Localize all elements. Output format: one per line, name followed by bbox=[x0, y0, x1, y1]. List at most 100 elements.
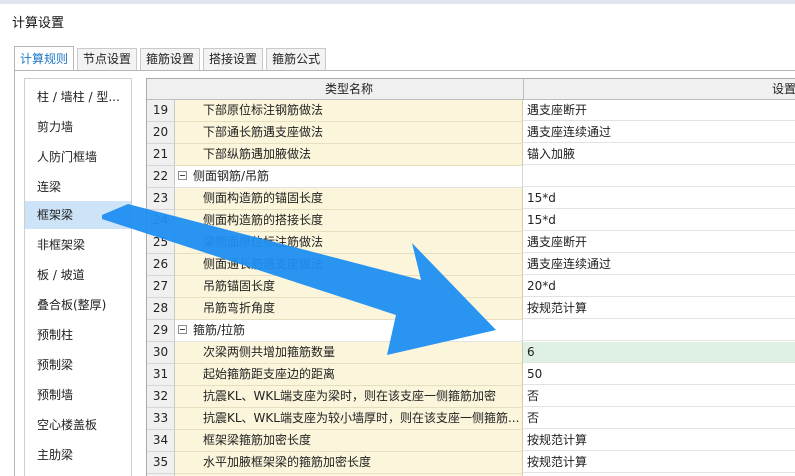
row-number: 20 bbox=[147, 122, 175, 144]
type-name-text: 抗震KL、WKL端支座为梁时，则在该支座一侧箍筋加密 bbox=[203, 389, 496, 403]
setting-value-cell[interactable]: 锚入加腋 bbox=[523, 144, 795, 165]
tab-calc-rules[interactable]: 计算规则 bbox=[14, 46, 75, 71]
table-row[interactable]: 24 侧面构造筋的搭接长度 15*d bbox=[147, 210, 795, 232]
sidebar-item-column[interactable]: 柱 / 墙柱 / 型... bbox=[25, 83, 131, 111]
type-name-text: 下部纵筋遇加腋做法 bbox=[203, 147, 312, 161]
type-name-cell: 抗震KL、WKL端支座为较小墙厚时，则在该支座一侧箍筋... bbox=[175, 408, 523, 430]
sidebar-item-precast-column[interactable]: 预制柱 bbox=[25, 321, 131, 349]
type-name-cell: 抗震KL、WKL端支座为梁时，则在该支座一侧箍筋加密 bbox=[175, 386, 523, 408]
type-name-text: 侧面构造筋的搭接长度 bbox=[203, 213, 324, 227]
type-name-cell: 下部原位标注钢筋做法 bbox=[175, 100, 523, 122]
group-name-cell: 侧面钢筋/吊筋 bbox=[175, 166, 523, 188]
type-name-text: 侧面通长筋遇支座做法 bbox=[203, 257, 324, 271]
setting-value-cell[interactable]: 否 bbox=[523, 386, 795, 407]
component-type-list[interactable]: 柱 / 墙柱 / 型... 剪力墙 人防门框墙 连梁 框架梁 非框架梁 板 / … bbox=[24, 78, 132, 476]
type-name-text: 箍筋/拉筋 bbox=[193, 323, 246, 337]
row-number: 21 bbox=[147, 144, 175, 166]
row-number: 22 bbox=[147, 166, 175, 188]
type-name-cell: 水平加腋框架梁的箍筋加密长度 bbox=[175, 452, 523, 474]
type-name-cell: 吊筋锚固长度 bbox=[175, 276, 523, 298]
sidebar-item-shear-wall[interactable]: 剪力墙 bbox=[25, 113, 131, 141]
row-number: 26 bbox=[147, 254, 175, 276]
table-row[interactable]: 27 吊筋锚固长度 20*d bbox=[147, 276, 795, 298]
column-header-type-name[interactable]: 类型名称 bbox=[175, 79, 524, 99]
table-row[interactable]: 25 梁侧面原位标注筋做法 遇支座断开 bbox=[147, 232, 795, 254]
setting-value-cell[interactable] bbox=[523, 320, 795, 341]
setting-value-cell[interactable] bbox=[523, 166, 795, 187]
type-name-text: 吊筋弯折角度 bbox=[203, 301, 276, 315]
sidebar-item-precast-beam[interactable]: 预制梁 bbox=[25, 351, 131, 379]
type-name-text: 吊筋锚固长度 bbox=[203, 279, 276, 293]
table-row[interactable]: 31 起始箍筋距支座边的距离 50 bbox=[147, 364, 795, 386]
group-row[interactable]: 22 侧面钢筋/吊筋 bbox=[147, 166, 795, 188]
type-name-cell: 吊筋弯折角度 bbox=[175, 298, 523, 320]
setting-value-cell[interactable]: 50 bbox=[523, 364, 795, 385]
table-row[interactable]: 23 侧面构造筋的锚固长度 15*d bbox=[147, 188, 795, 210]
setting-value-cell[interactable]: 按规范计算 bbox=[523, 452, 795, 473]
type-name-text: 框架梁箍筋加密长度 bbox=[203, 433, 312, 447]
setting-value-cell[interactable]: 遇支座连续通过 bbox=[523, 254, 795, 275]
setting-value-cell[interactable]: 6 bbox=[523, 342, 795, 363]
row-number: 25 bbox=[147, 232, 175, 254]
column-header-setting[interactable]: 设置 bbox=[523, 79, 795, 99]
table-row[interactable]: 28 吊筋弯折角度 按规范计算 bbox=[147, 298, 795, 320]
type-name-text: 下部通长筋遇支座做法 bbox=[203, 125, 324, 139]
sidebar-item-hollow-floor-slab[interactable]: 空心楼盖板 bbox=[25, 411, 131, 439]
row-number: 19 bbox=[147, 100, 175, 122]
type-name-text: 抗震KL、WKL端支座为较小墙厚时，则在该支座一侧箍筋... bbox=[203, 411, 520, 425]
tab-bar: 计算规则 节点设置 箍筋设置 搭接设置 箍筋公式 bbox=[14, 46, 329, 71]
type-name-cell: 下部通长筋遇支座做法 bbox=[175, 122, 523, 144]
setting-value-cell[interactable]: 遇支座断开 bbox=[523, 232, 795, 253]
sidebar-item-frame-beam[interactable]: 框架梁 bbox=[25, 201, 131, 229]
group-name-cell: 箍筋/拉筋 bbox=[175, 320, 523, 342]
type-name-text: 侧面构造筋的锚固长度 bbox=[203, 191, 324, 205]
row-number: 34 bbox=[147, 430, 175, 452]
table-row[interactable]: 21 下部纵筋遇加腋做法 锚入加腋 bbox=[147, 144, 795, 166]
collapse-toggle-icon[interactable] bbox=[178, 171, 187, 180]
row-number: 31 bbox=[147, 364, 175, 386]
row-number: 35 bbox=[147, 452, 175, 474]
setting-value-cell[interactable]: 15*d bbox=[523, 210, 795, 231]
table-row[interactable]: 34 框架梁箍筋加密长度 按规范计算 bbox=[147, 430, 795, 452]
setting-value-cell[interactable]: 遇支座连续通过 bbox=[523, 122, 795, 143]
setting-value-cell[interactable]: 15*d bbox=[523, 188, 795, 209]
row-number: 32 bbox=[147, 386, 175, 408]
table-row[interactable]: 33 抗震KL、WKL端支座为较小墙厚时，则在该支座一侧箍筋... 否 bbox=[147, 408, 795, 430]
tab-node-settings[interactable]: 节点设置 bbox=[77, 48, 138, 70]
type-name-text: 侧面钢筋/吊筋 bbox=[193, 169, 270, 183]
setting-value-cell[interactable]: 遇支座断开 bbox=[523, 100, 795, 121]
type-name-text: 次梁两侧共增加箍筋数量 bbox=[203, 345, 336, 359]
sidebar-item-coupling-beam[interactable]: 连梁 bbox=[25, 173, 131, 201]
setting-value-cell[interactable]: 按规范计算 bbox=[523, 430, 795, 451]
table-row[interactable]: 30 次梁两侧共增加箍筋数量 6 bbox=[147, 342, 795, 364]
type-name-cell: 框架梁箍筋加密长度 bbox=[175, 430, 523, 452]
sidebar-item-civil-defense-door-frame[interactable]: 人防门框墙 bbox=[25, 143, 131, 171]
type-name-text: 起始箍筋距支座边的距离 bbox=[203, 367, 336, 381]
table-row[interactable]: 32 抗震KL、WKL端支座为梁时，则在该支座一侧箍筋加密 否 bbox=[147, 386, 795, 408]
group-row[interactable]: 29 箍筋/拉筋 bbox=[147, 320, 795, 342]
setting-value-cell[interactable]: 20*d bbox=[523, 276, 795, 297]
type-name-cell: 起始箍筋距支座边的距离 bbox=[175, 364, 523, 386]
table-row[interactable]: 20 下部通长筋遇支座做法 遇支座连续通过 bbox=[147, 122, 795, 144]
sidebar-item-precast-wall[interactable]: 预制墙 bbox=[25, 381, 131, 409]
type-name-cell: 次梁两侧共增加箍筋数量 bbox=[175, 342, 523, 364]
setting-value-cell[interactable]: 按规范计算 bbox=[523, 298, 795, 319]
collapse-toggle-icon[interactable] bbox=[178, 325, 187, 334]
type-name-cell: 侧面通长筋遇支座做法 bbox=[175, 254, 523, 276]
row-number: 27 bbox=[147, 276, 175, 298]
tab-stirrup-settings[interactable]: 箍筋设置 bbox=[140, 48, 201, 70]
type-name-text: 下部原位标注钢筋做法 bbox=[203, 103, 324, 117]
type-name-cell: 梁侧面原位标注筋做法 bbox=[175, 232, 523, 254]
sidebar-item-non-frame-beam[interactable]: 非框架梁 bbox=[25, 231, 131, 259]
table-row[interactable]: 35 水平加腋框架梁的箍筋加密长度 按规范计算 bbox=[147, 452, 795, 474]
setting-value-cell[interactable]: 否 bbox=[523, 408, 795, 429]
tab-stirrup-formula[interactable]: 箍筋公式 bbox=[266, 48, 327, 70]
sidebar-item-composite-slab[interactable]: 叠合板(整厚) bbox=[25, 291, 131, 319]
row-number: 33 bbox=[147, 408, 175, 430]
table-row[interactable]: 19 下部原位标注钢筋做法 遇支座断开 bbox=[147, 100, 795, 122]
sidebar-item-main-rib-beam[interactable]: 主肋梁 bbox=[25, 441, 131, 469]
sidebar-item-slab-ramp[interactable]: 板 / 坡道 bbox=[25, 261, 131, 289]
table-row[interactable]: 26 侧面通长筋遇支座做法 遇支座连续通过 bbox=[147, 254, 795, 276]
row-number: 28 bbox=[147, 298, 175, 320]
tab-lap-settings[interactable]: 搭接设置 bbox=[203, 48, 264, 70]
